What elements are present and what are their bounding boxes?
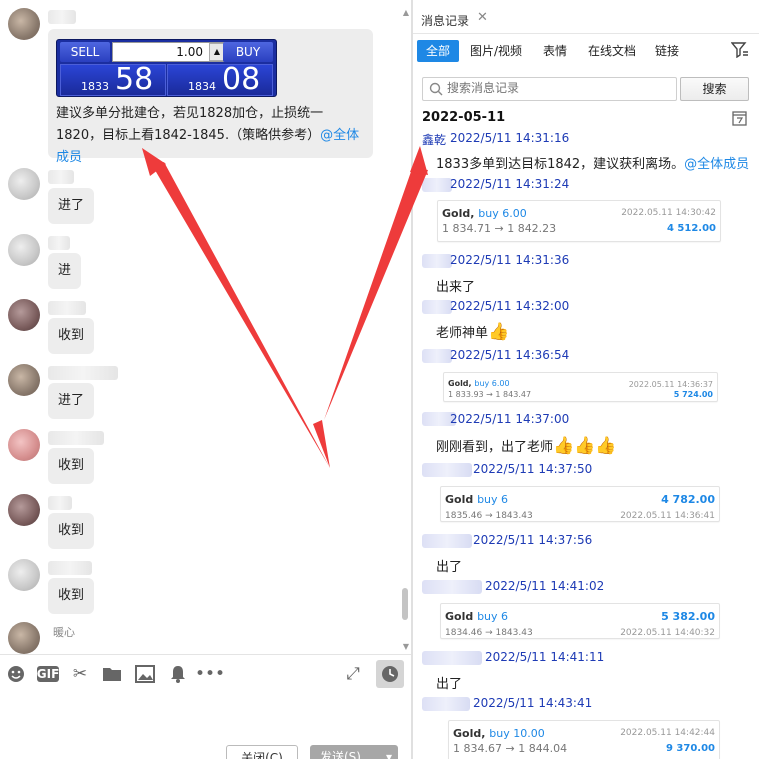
annotation-arrows	[142, 146, 428, 468]
arrow-to-history	[324, 146, 428, 420]
arrow-head-right	[410, 146, 428, 175]
app-window: SELL ▼ 1.00 ▲ BUY 1833 58 1834 08 建议多单分批…	[0, 0, 759, 759]
arrow-to-strategy	[142, 148, 330, 468]
arrow-shaft-left	[313, 420, 330, 468]
